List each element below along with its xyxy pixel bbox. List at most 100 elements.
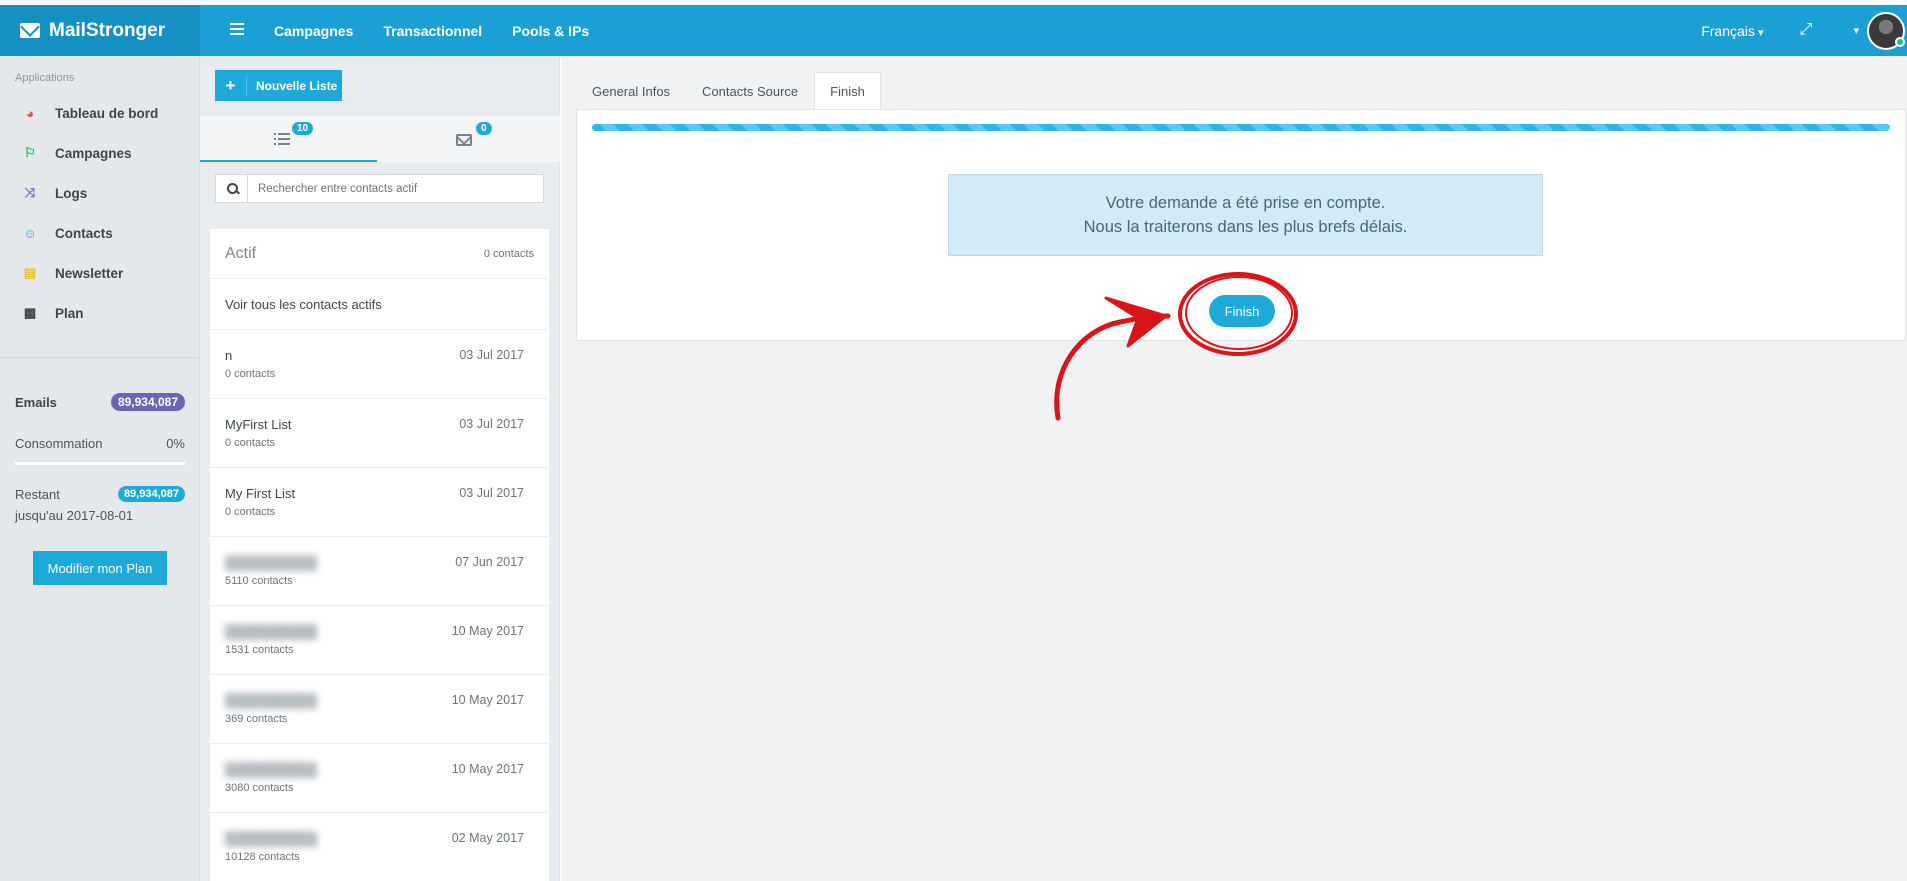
- tab-general-infos[interactable]: General Infos: [576, 72, 686, 109]
- contacts-icon: ☺: [23, 225, 37, 241]
- list-item-name: ██████████: [225, 693, 318, 708]
- nav-links: Campagnes Transactionnel Pools & IPs: [274, 5, 589, 56]
- view-all-active-contacts[interactable]: Voir tous les contacts actifs: [210, 279, 549, 330]
- sidebar-item-campagnes[interactable]: ⚐ Campagnes: [0, 133, 200, 173]
- sidebar-item-newsletter[interactable]: ▤ Newsletter: [0, 253, 200, 293]
- dashboard-icon: ◕: [26, 105, 34, 121]
- sidebar-item-label: Contacts: [55, 225, 113, 241]
- search-icon[interactable]: [216, 175, 248, 202]
- avatar[interactable]: [1867, 11, 1905, 50]
- brand[interactable]: MailStronger: [0, 5, 200, 56]
- emails-stat: Emails 89,934,087: [15, 393, 185, 411]
- sidebar-item-label: Plan: [55, 305, 84, 321]
- finish-button[interactable]: Finish: [1209, 295, 1275, 327]
- list-item-contacts: 0 contacts: [225, 506, 276, 518]
- document-icon: ▤: [23, 265, 37, 280]
- list-item[interactable]: ██████████ 1531 contacts 10 May 2017: [210, 606, 549, 675]
- signpost-icon: ⚐: [24, 145, 36, 160]
- contacts-search-input[interactable]: [248, 175, 543, 202]
- menu-toggle-icon[interactable]: [230, 23, 244, 35]
- nav-link-campagnes[interactable]: Campagnes: [274, 23, 353, 39]
- lists-panel-count: 0 contacts: [483, 247, 534, 260]
- list-item[interactable]: ██████████ 10128 contacts 02 May 2017: [210, 813, 549, 881]
- sidebar-item-contacts[interactable]: ☺ Contacts: [0, 213, 200, 253]
- list-item-contacts: 369 contacts: [225, 713, 288, 725]
- alert-line-2: Nous la traiterons dans les plus brefs d…: [1083, 218, 1408, 236]
- list-item-contacts: 0 contacts: [225, 437, 276, 449]
- list-item-date: 02 May 2017: [451, 831, 524, 845]
- brand-name: MailStronger: [49, 19, 166, 41]
- list-item-date: 07 Jun 2017: [455, 555, 524, 569]
- lists-count-badge: 10: [292, 122, 314, 135]
- info-alert: Votre demande a été prise en compte. Nou…: [948, 174, 1543, 256]
- tab-finish[interactable]: Finish: [814, 72, 881, 109]
- list-item[interactable]: My First List 0 contacts 03 Jul 2017: [210, 468, 549, 537]
- sidebar-item-tableau-de-bord[interactable]: ◕ Tableau de bord: [0, 93, 200, 133]
- tab-contacts-source[interactable]: Contacts Source: [686, 72, 814, 109]
- main-content: General Infos Contacts Source Finish Vot…: [561, 56, 1907, 881]
- list-item-date: 10 May 2017: [451, 693, 524, 707]
- list-item-name: ██████████: [225, 555, 318, 570]
- sidebar-item-label: Campagnes: [55, 145, 132, 161]
- wizard-panel: Votre demande a été prise en compte. Nou…: [576, 109, 1906, 341]
- sidebar-nav: ◕ Tableau de bord ⚐ Campagnes ⤨ Logs ☺ C…: [0, 93, 200, 333]
- list-item-name: My First List: [225, 486, 296, 501]
- wizard-tabs: General Infos Contacts Source Finish: [576, 72, 881, 109]
- inbox-icon[interactable]: [456, 134, 472, 146]
- inbox-count-badge: 0: [476, 122, 492, 135]
- list-item-name: ██████████: [225, 624, 318, 639]
- list-item[interactable]: ██████████ 5110 contacts 07 Jun 2017: [210, 537, 549, 606]
- list-item-name: MyFirst List: [225, 417, 292, 432]
- sidebar-item-plan[interactable]: ▩ Plan: [0, 293, 200, 333]
- remaining-stat: Restant 89,934,087: [15, 486, 185, 502]
- remaining-label: Restant: [15, 486, 60, 502]
- tab-lists[interactable]: 10: [200, 116, 377, 162]
- sidebar-heading: Applications: [15, 72, 75, 84]
- nav-link-pools-ips[interactable]: Pools & IPs: [512, 23, 589, 39]
- online-status-icon: [1895, 36, 1905, 47]
- modify-plan-button[interactable]: Modifier mon Plan: [33, 551, 167, 585]
- progress-fill: [592, 124, 1890, 131]
- app-window: MailStronger Campagnes Transactionnel Po…: [0, 0, 1907, 881]
- list-rows: n 0 contacts 03 Jul 2017 MyFirst List 0 cont…: [210, 330, 549, 881]
- lists-column: + Nouvelle Liste 10 0 Actif 0 contacts V…: [200, 56, 560, 881]
- list-item-date: 03 Jul 2017: [459, 417, 524, 431]
- contact-lists-panel: Actif 0 contacts Voir tous les contacts …: [210, 229, 549, 881]
- sidebar: Applications ◕ Tableau de bord ⚐ Campagn…: [0, 56, 200, 881]
- user-menu-caret-icon[interactable]: ▾: [1853, 24, 1859, 37]
- clipboard-icon: ▩: [23, 305, 37, 320]
- top-navbar: MailStronger Campagnes Transactionnel Po…: [0, 5, 1907, 56]
- shuffle-icon: ⤨: [24, 185, 36, 200]
- plus-icon: +: [215, 75, 247, 96]
- list-item[interactable]: MyFirst List 0 contacts 03 Jul 2017: [210, 399, 549, 468]
- emails-badge: 89,934,087: [110, 393, 185, 411]
- language-dropdown[interactable]: Français: [1701, 23, 1763, 39]
- new-list-button[interactable]: + Nouvelle Liste: [215, 70, 342, 101]
- fullscreen-icon[interactable]: [1799, 21, 1813, 39]
- alert-line-1: Votre demande a été prise en compte.: [1105, 194, 1386, 212]
- list-item-contacts: 1531 contacts: [225, 644, 294, 656]
- consumption-bar: [15, 462, 185, 465]
- contacts-search: [215, 174, 544, 203]
- consumption-value: 0%: [166, 436, 185, 451]
- list-item-date: 03 Jul 2017: [459, 348, 524, 362]
- list-item-date: 03 Jul 2017: [459, 486, 524, 500]
- list-item[interactable]: ██████████ 3080 contacts 10 May 2017: [210, 744, 549, 813]
- list-item-name: ██████████: [225, 762, 318, 777]
- sidebar-item-logs[interactable]: ⤨ Logs: [0, 173, 200, 213]
- list-item-contacts: 0 contacts: [225, 368, 276, 380]
- emails-label: Emails: [15, 394, 57, 410]
- new-list-label: Nouvelle Liste: [256, 78, 338, 93]
- remaining-badge: 89,934,087: [117, 486, 185, 502]
- list-item[interactable]: ██████████ 369 contacts 10 May 2017: [210, 675, 549, 744]
- list-icon: [274, 133, 290, 145]
- remaining-until: jusqu'au 2017-08-01: [15, 508, 134, 523]
- list-item-contacts: 10128 contacts: [225, 851, 300, 863]
- list-item[interactable]: n 0 contacts 03 Jul 2017: [210, 330, 549, 399]
- lists-panel-title: Actif: [225, 244, 257, 262]
- envelope-icon: [20, 23, 40, 38]
- lists-panel-header: Actif 0 contacts: [210, 229, 549, 279]
- sidebar-item-label: Tableau de bord: [55, 105, 159, 121]
- sidebar-divider: [0, 357, 200, 358]
- nav-link-transactionnel[interactable]: Transactionnel: [383, 23, 482, 39]
